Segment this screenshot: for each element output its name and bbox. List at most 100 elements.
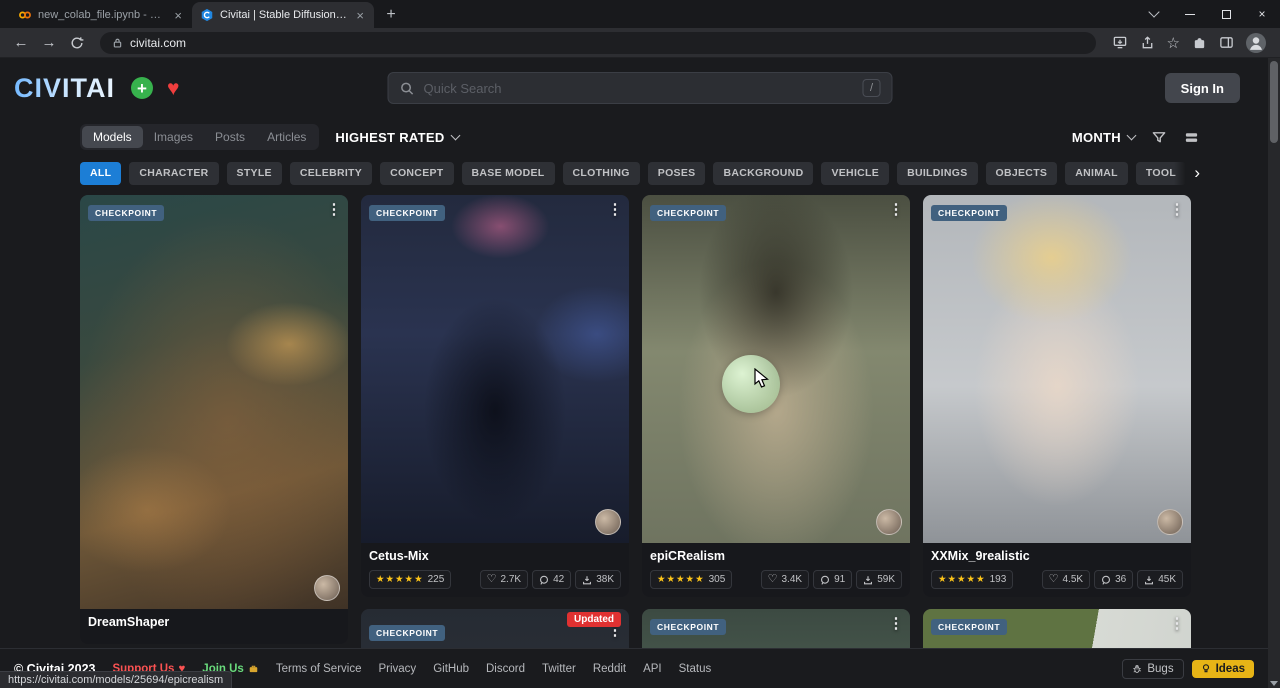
card-menu-icon[interactable]: ⋮ [1167, 200, 1187, 218]
side-panel-icon[interactable] [1219, 35, 1234, 50]
card-menu-icon[interactable]: ⋮ [886, 614, 906, 632]
model-type-badge: CHECKPOINT [650, 619, 726, 635]
tab-title: new_colab_file.ipynb - Colaborat [38, 9, 166, 21]
period-dropdown[interactable]: MONTH [1072, 130, 1135, 145]
install-app-icon[interactable] [1112, 35, 1128, 50]
model-type-badge: CHECKPOINT [369, 205, 445, 221]
category-chip[interactable]: CONCEPT [380, 162, 453, 185]
model-preview-image: CHECKPOINT ⋮ [923, 195, 1191, 543]
civitai-logo[interactable]: CIVITAI [14, 73, 115, 104]
rating-pill: ★★★★★ 305 [650, 570, 732, 589]
comments-count: 91 [834, 574, 845, 585]
briefcase-icon [248, 664, 259, 674]
category-chip[interactable]: POSES [648, 162, 706, 185]
model-card-epicrealism[interactable]: CHECKPOINT ⋮ epiCRealism ★★★★★ 305 [642, 195, 910, 597]
card-menu-icon[interactable]: ⋮ [886, 200, 906, 218]
share-icon[interactable] [1140, 35, 1155, 50]
address-bar[interactable]: civitai.com [100, 32, 1096, 54]
sign-in-button[interactable]: Sign In [1165, 73, 1240, 103]
category-chip[interactable]: VEHICLE [821, 162, 889, 185]
bookmark-star-icon[interactable]: ☆ [1167, 34, 1180, 52]
comments-pill: 36 [1094, 570, 1133, 589]
reload-button[interactable] [64, 30, 90, 56]
category-chip-all[interactable]: ALL [80, 162, 121, 185]
browser-tab-civitai[interactable]: Civitai | Stable Diffusion models, × [192, 2, 374, 28]
footer-link-privacy[interactable]: Privacy [378, 663, 416, 675]
model-card-xxmix[interactable]: CHECKPOINT ⋮ XXMix_9realistic ★★★★★ 193 [923, 195, 1191, 597]
browser-tab-colab[interactable]: new_colab_file.ipynb - Colaborat × [10, 2, 192, 28]
card-menu-icon[interactable]: ⋮ [1167, 614, 1187, 632]
creator-avatar[interactable] [314, 575, 340, 601]
category-chip[interactable]: OBJECTS [986, 162, 1058, 185]
likes-pill: ♡ 4.5K [1042, 570, 1090, 589]
creator-avatar[interactable] [1157, 509, 1183, 535]
likes-count: 2.7K [501, 574, 522, 585]
tab-close-icon[interactable]: × [354, 9, 366, 22]
category-chip[interactable]: BUILDINGS [897, 162, 977, 185]
card-menu-icon[interactable]: ⋮ [605, 200, 625, 218]
tab-models[interactable]: Models [82, 126, 143, 148]
category-chip[interactable]: BACKGROUND [713, 162, 813, 185]
category-chip[interactable]: CELEBRITY [290, 162, 372, 185]
footer-link-terms[interactable]: Terms of Service [276, 663, 362, 675]
new-tab-button[interactable]: + [378, 2, 404, 28]
window-close-button[interactable]: × [1244, 0, 1280, 28]
window-maximize-button[interactable] [1208, 0, 1244, 28]
filter-funnel-icon[interactable] [1151, 130, 1167, 145]
model-stats: ★★★★★ 305 ♡ 3.4K 91 [650, 570, 902, 589]
search-input[interactable] [424, 81, 854, 96]
category-chip[interactable]: STYLE [227, 162, 282, 185]
model-card-grid: CHECKPOINT ⋮ DreamShaper CHECKPOINT ⋮ [80, 195, 1200, 688]
tab-images[interactable]: Images [143, 126, 204, 148]
footer-link-github[interactable]: GitHub [433, 663, 469, 675]
footer-link-api[interactable]: API [643, 663, 662, 675]
profile-avatar[interactable] [1246, 33, 1266, 53]
footer-link-reddit[interactable]: Reddit [593, 663, 626, 675]
layout-toggle-icon[interactable] [1183, 130, 1200, 145]
page-scrollbar[interactable] [1268, 58, 1280, 688]
model-title: Cetus-Mix [369, 549, 621, 563]
model-type-badge: CHECKPOINT [369, 625, 445, 641]
downloads-pill: 38K [575, 570, 621, 589]
downloads-pill: 59K [856, 570, 902, 589]
category-chip[interactable]: CLOTHING [563, 162, 640, 185]
tab-search-chevron-icon[interactable] [1136, 0, 1172, 28]
model-type-badge: CHECKPOINT [650, 205, 726, 221]
tab-close-icon[interactable]: × [172, 9, 184, 22]
model-card-dreamshaper[interactable]: CHECKPOINT ⋮ DreamShaper [80, 195, 348, 644]
rating-pill: ★★★★★ 193 [931, 570, 1013, 589]
tab-posts[interactable]: Posts [204, 126, 256, 148]
category-chip[interactable]: BASE MODEL [462, 162, 555, 185]
comments-count: 36 [1115, 574, 1126, 585]
sort-dropdown[interactable]: HIGHEST RATED [335, 130, 458, 145]
back-button[interactable]: ← [8, 30, 34, 56]
footer-link-twitter[interactable]: Twitter [542, 663, 576, 675]
colab-icon [18, 8, 32, 22]
comment-icon [1101, 575, 1111, 585]
model-card-cetus-mix[interactable]: CHECKPOINT ⋮ Cetus-Mix ★★★★★ 225 [361, 195, 629, 597]
window-minimize-button[interactable] [1172, 0, 1208, 28]
footer-link-discord[interactable]: Discord [486, 663, 525, 675]
quick-search-box[interactable]: / [388, 72, 893, 104]
support-heart-icon[interactable]: ♥ [167, 78, 179, 99]
creator-avatar[interactable] [595, 509, 621, 535]
ideas-button[interactable]: Ideas [1192, 660, 1254, 678]
creator-avatar[interactable] [876, 509, 902, 535]
star-rating-icons: ★★★★★ [376, 574, 424, 585]
footer-link-status[interactable]: Status [679, 663, 712, 675]
card-menu-icon[interactable]: ⋮ [324, 200, 344, 218]
categories-scroll-right-icon[interactable]: › [1174, 161, 1200, 185]
scrollbar-thumb[interactable] [1270, 61, 1278, 143]
create-plus-button[interactable]: + [131, 77, 153, 99]
category-chip[interactable]: ANIMAL [1065, 162, 1128, 185]
scrollbar-down-arrow[interactable] [1268, 681, 1280, 686]
rating-count: 225 [428, 574, 445, 585]
model-type-badge: CHECKPOINT [931, 619, 1007, 635]
extensions-puzzle-icon[interactable] [1192, 35, 1207, 50]
category-chip[interactable]: CHARACTER [129, 162, 218, 185]
forward-button[interactable]: → [36, 30, 62, 56]
chevron-down-icon [1127, 130, 1137, 140]
likes-pill: ♡ 3.4K [761, 570, 809, 589]
tab-articles[interactable]: Articles [256, 126, 317, 148]
bugs-button[interactable]: Bugs [1122, 659, 1183, 679]
